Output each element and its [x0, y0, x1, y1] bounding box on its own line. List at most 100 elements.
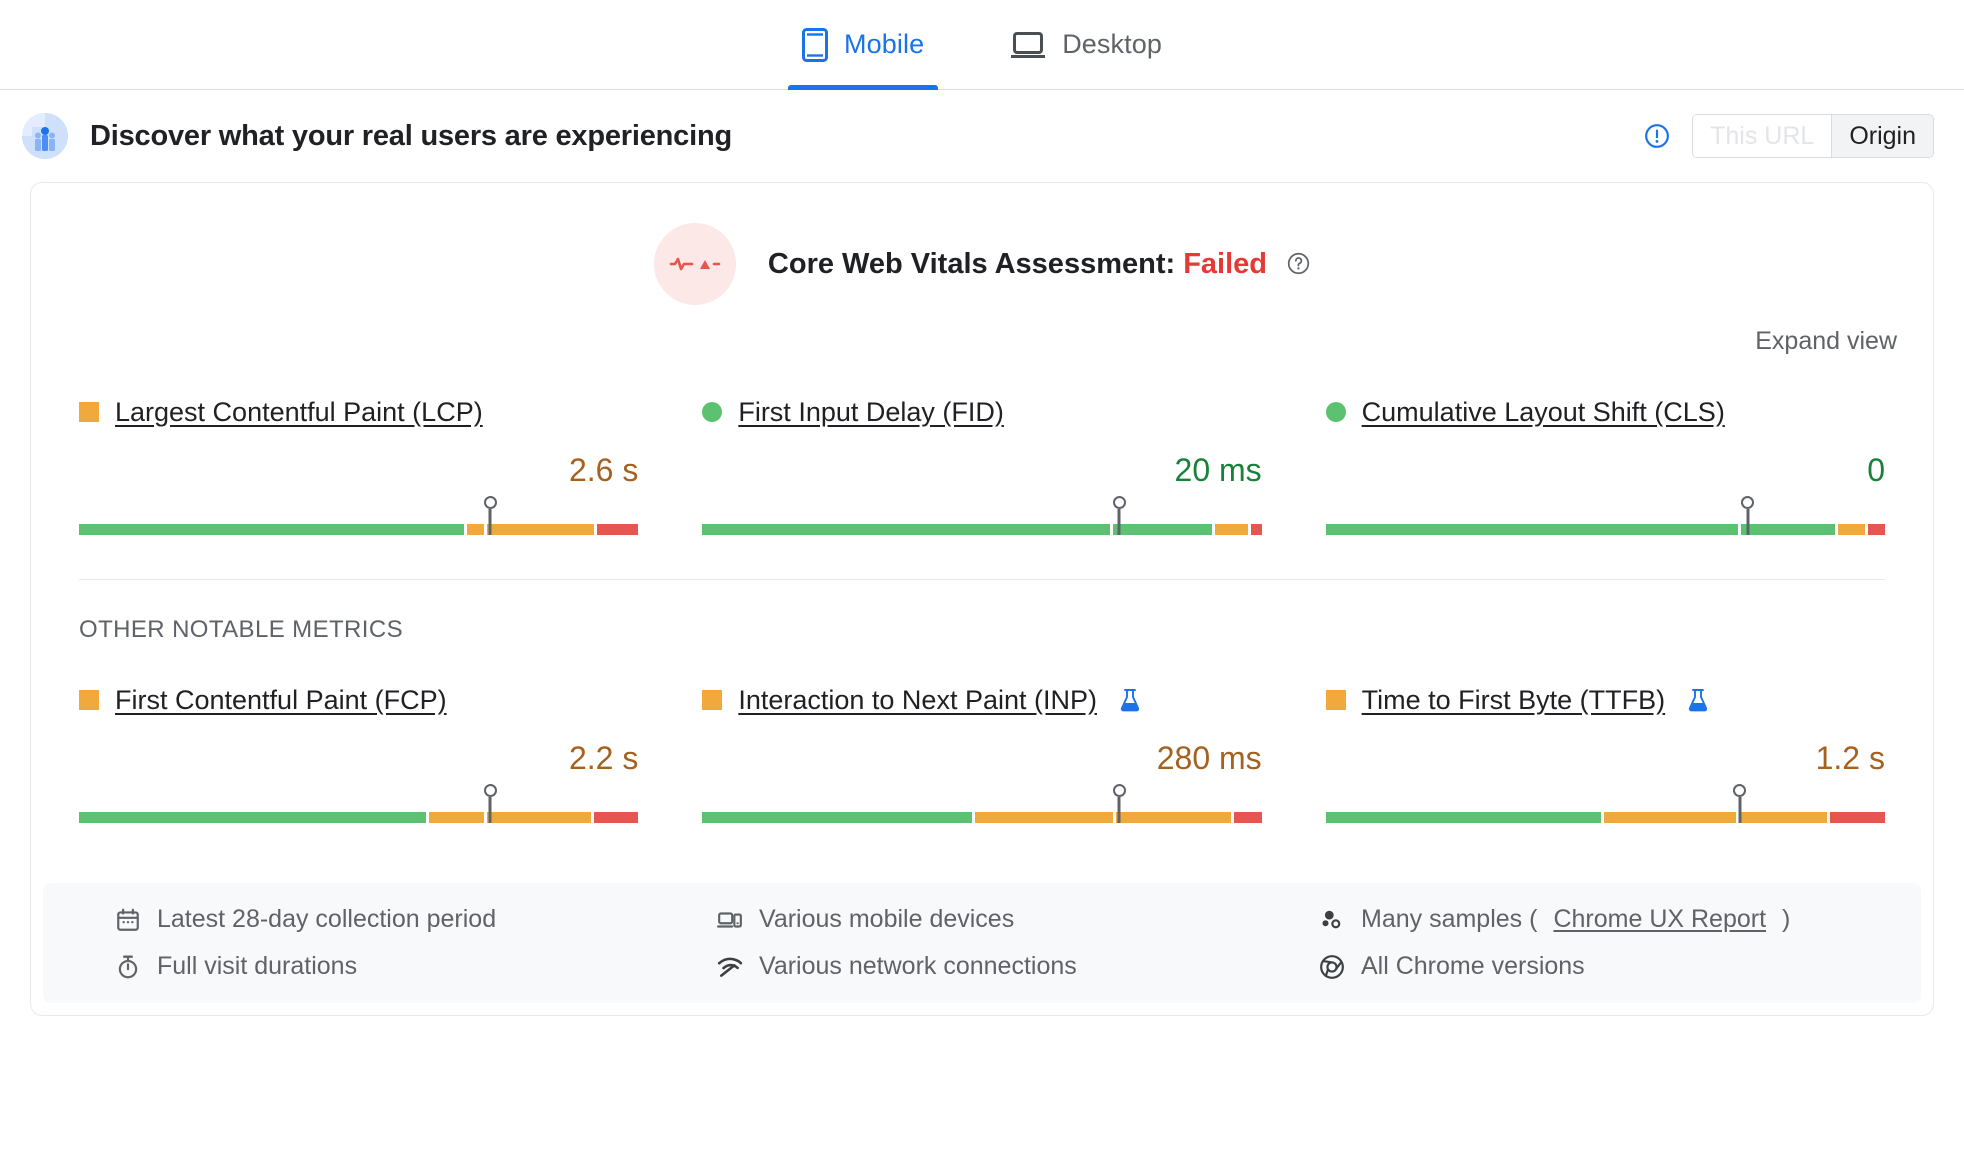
metric-cls-value: 0	[1867, 452, 1885, 488]
bar-segment-poor	[1234, 812, 1262, 823]
metric-lcp-distribution	[79, 495, 639, 535]
flask-icon[interactable]	[1687, 688, 1709, 712]
bar-segment-good	[79, 812, 426, 823]
metric-cls-indicator	[1325, 402, 1346, 422]
metric-lcp-link[interactable]: Largest Contentful Paint (LCP)	[115, 397, 483, 428]
metric-ttfb-needle	[1738, 797, 1742, 823]
bar-segment-average	[486, 524, 595, 535]
footer-samples-text: Many samples (	[1361, 905, 1538, 933]
calendar-icon	[115, 907, 141, 933]
bar-segment-good	[79, 524, 465, 535]
bar-segment-average	[1115, 812, 1232, 823]
info-icon[interactable]	[1644, 123, 1670, 149]
scope-toggle-group: This URL Origin	[1692, 114, 1934, 158]
metric-fcp-value: 2.2 s	[568, 740, 639, 776]
metric-fid: First Input Delay (FID) 20 ms	[702, 394, 1262, 535]
metric-fid-value: 20 ms	[1174, 452, 1262, 488]
bar-segment-average	[974, 812, 1113, 823]
footer-item-visit-durations: Full visit durations	[115, 952, 717, 981]
metric-fcp: First Contentful Paint (FCP) 2.2 s	[79, 682, 639, 823]
scope-this-url-button: This URL	[1693, 115, 1832, 157]
metric-cls: Cumulative Layout Shift (CLS) 0	[1325, 394, 1885, 535]
metric-fcp-indicator	[79, 690, 99, 710]
metric-ttfb-value: 1.2 s	[1815, 740, 1885, 776]
footer-chrome-versions-text: All Chrome versions	[1361, 952, 1585, 980]
core-metrics-grid: Largest Contentful Paint (LCP) 2.6 s Fir…	[31, 356, 1933, 535]
metric-fcp-distribution	[79, 783, 639, 823]
metric-cls-link[interactable]: Cumulative Layout Shift (CLS)	[1362, 397, 1725, 428]
footer-visit-durations-text: Full visit durations	[157, 952, 358, 980]
footer-item-network: Various network connections	[717, 952, 1319, 981]
bar-segment-good	[1325, 812, 1601, 823]
bar-segment-poor	[1868, 524, 1885, 535]
metric-inp-header: Interaction to Next Paint (INP)	[702, 682, 1261, 718]
metric-inp-indicator	[702, 690, 723, 710]
metric-ttfb-distribution	[1325, 783, 1885, 823]
footer-item-chrome-versions: All Chrome versions	[1319, 952, 1921, 981]
bar-segment-average	[428, 812, 484, 823]
field-data-footer: Latest 28-day collection period Various …	[43, 883, 1921, 1003]
bar-segment-good	[1112, 524, 1212, 535]
page-title: Discover what your real users are experi…	[90, 119, 732, 152]
metric-fid-needle	[1117, 509, 1121, 535]
footer-item-devices: Various mobile devices	[717, 905, 1319, 934]
bubble-chart-icon	[1319, 907, 1345, 933]
help-icon[interactable]	[1275, 248, 1310, 280]
metric-fcp-bar	[79, 812, 639, 823]
flask-icon[interactable]	[1119, 688, 1141, 712]
metric-inp-value: 280 ms	[1156, 740, 1262, 776]
expand-view-row: Expand view	[31, 305, 1933, 356]
scope-origin-button[interactable]: Origin	[1831, 115, 1933, 157]
metric-fid-indicator	[702, 402, 723, 422]
metric-fcp-header: First Contentful Paint (FCP)	[79, 682, 638, 718]
bar-segment-good	[702, 524, 1110, 535]
cwv-assessment-label: Core Web Vitals Assessment:	[767, 247, 1176, 280]
metric-ttfb-bar	[1325, 812, 1885, 823]
other-metrics-label: OTHER NOTABLE METRICS	[79, 616, 403, 643]
tab-desktop[interactable]: Desktop	[996, 0, 1176, 90]
phone-icon	[802, 27, 829, 62]
bar-segment-average	[1837, 524, 1866, 535]
laptop-icon	[1010, 30, 1046, 60]
footer-network-text: Various network connections	[759, 952, 1077, 980]
metric-ttfb-header: Time to First Byte (TTFB)	[1325, 682, 1885, 718]
expand-view-button[interactable]: Expand view	[1755, 327, 1897, 356]
bar-segment-average	[486, 812, 592, 823]
metric-fid-distribution	[702, 495, 1262, 535]
cwv-assessment-header: Core Web Vitals Assessment: Failed	[31, 183, 1933, 305]
footer-samples-text-after: )	[1782, 905, 1791, 933]
tab-mobile[interactable]: Mobile	[788, 0, 939, 90]
bar-segment-good	[1325, 524, 1739, 535]
metric-ttfb-link[interactable]: Time to First Byte (TTFB)	[1362, 685, 1666, 716]
chrome-ux-report-link[interactable]: Chrome UX Report	[1553, 905, 1766, 934]
metric-cls-bar	[1325, 524, 1885, 535]
metric-inp-link[interactable]: Interaction to Next Paint (INP)	[738, 685, 1097, 716]
tab-desktop-label: Desktop	[1062, 29, 1162, 59]
tab-mobile-label: Mobile	[844, 29, 925, 59]
bar-segment-good	[702, 812, 972, 823]
metric-cls-needle	[1746, 509, 1750, 535]
metric-ttfb: Time to First Byte (TTFB) 1.2 s	[1325, 682, 1885, 823]
bar-segment-poor	[1829, 812, 1885, 823]
bar-segment-average	[1738, 812, 1827, 823]
footer-item-collection-period: Latest 28-day collection period	[115, 905, 717, 934]
metric-fid-link[interactable]: First Input Delay (FID)	[738, 397, 1004, 428]
metric-lcp-value: 2.6 s	[568, 452, 639, 488]
cwv-assessment-title: Core Web Vitals Assessment: Failed	[768, 248, 1310, 281]
bar-segment-average	[467, 524, 484, 535]
chrome-icon	[1319, 954, 1345, 980]
metric-cls-header: Cumulative Layout Shift (CLS)	[1325, 394, 1885, 430]
bar-segment-poor	[597, 524, 639, 535]
metric-inp-bar	[702, 812, 1262, 823]
metric-fcp-link[interactable]: First Contentful Paint (FCP)	[115, 685, 447, 716]
bar-segment-poor	[1250, 524, 1262, 535]
metric-lcp-bar	[79, 524, 639, 535]
network-icon	[717, 954, 743, 980]
device-tabbar: Mobile Desktop	[0, 0, 1964, 90]
bar-segment-good	[1741, 524, 1835, 535]
metric-lcp-header: Largest Contentful Paint (LCP)	[79, 394, 638, 430]
metric-inp-distribution	[702, 783, 1262, 823]
devices-icon	[717, 907, 743, 933]
real-users-icon	[22, 113, 68, 159]
metric-cls-distribution	[1325, 495, 1885, 535]
